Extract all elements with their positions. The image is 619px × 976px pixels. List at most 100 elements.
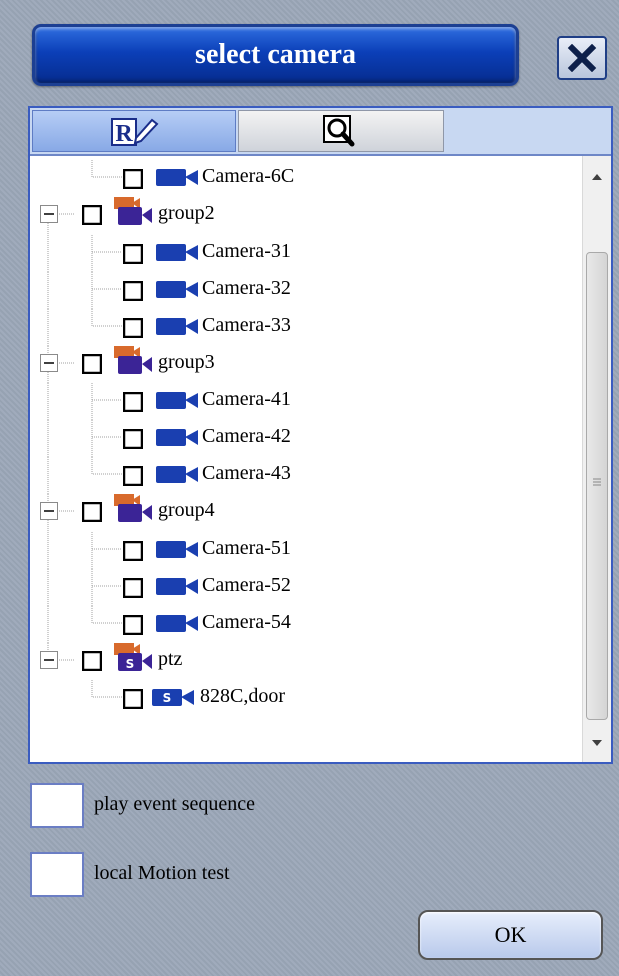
tree-row-label: Camera-54	[202, 611, 291, 633]
tab-record[interactable]: R	[32, 110, 236, 152]
play-event-sequence-checkbox[interactable]	[30, 783, 84, 828]
checkbox[interactable]	[123, 429, 143, 449]
grip-icon	[593, 478, 601, 486]
tree-row-label: Camera-51	[202, 537, 291, 559]
ptz-group-icon: S	[114, 643, 152, 671]
camera-panel: R Camera-6C group2 Camera-31 Camera-32 C…	[28, 106, 613, 764]
close-button[interactable]	[557, 36, 607, 80]
tree-row-camera-54[interactable]: Camera-54	[30, 606, 582, 644]
tree-row-label: group4	[158, 499, 215, 521]
tree-lines	[47, 213, 74, 235]
tree-row-label: group2	[158, 202, 215, 224]
tree-row-camera-51[interactable]: Camera-51	[30, 532, 582, 570]
tree-lines	[47, 494, 74, 532]
checkbox[interactable]	[82, 205, 102, 225]
tree-row-label: Camera-6C	[202, 165, 295, 187]
group-icon	[114, 494, 152, 522]
camera-icon	[156, 392, 198, 409]
local-motion-test-checkbox[interactable]	[30, 852, 84, 897]
tree-row-label: group3	[158, 351, 215, 373]
svg-text:S: S	[163, 691, 172, 705]
ok-button[interactable]: OK	[418, 910, 603, 960]
checkbox[interactable]	[123, 392, 143, 412]
tree-row-camera-33[interactable]: Camera-33	[30, 309, 582, 347]
checkbox[interactable]	[123, 281, 143, 301]
checkbox[interactable]	[123, 169, 143, 189]
checkbox[interactable]	[82, 502, 102, 522]
tree-row-camera-31[interactable]: Camera-31	[30, 235, 582, 273]
scroll-thumb[interactable]	[586, 252, 608, 720]
tree-row-group2[interactable]: group2	[30, 197, 582, 235]
camera-icon	[156, 281, 198, 298]
checkbox[interactable]	[123, 689, 143, 709]
svg-text:S: S	[126, 657, 135, 671]
tree-row-camera-41[interactable]: Camera-41	[30, 383, 582, 421]
group-icon	[114, 346, 152, 374]
record-edit-icon: R	[111, 118, 159, 147]
tree-lines	[91, 680, 122, 698]
tree-row-label: Camera-52	[202, 574, 291, 596]
tree-row-group3[interactable]: group3	[30, 346, 582, 384]
tree-lines	[47, 346, 74, 384]
tree-lines	[47, 569, 122, 607]
tree-row-camera-52[interactable]: Camera-52	[30, 569, 582, 607]
tree-row-camera-32[interactable]: Camera-32	[30, 272, 582, 310]
tree-lines	[47, 383, 122, 421]
collapse-icon[interactable]	[40, 205, 58, 223]
tree-row-label: 828C,door	[200, 685, 285, 707]
ptz-camera-icon: S	[152, 689, 194, 706]
camera-icon	[156, 466, 198, 483]
checkbox[interactable]	[123, 541, 143, 561]
camera-icon	[156, 429, 198, 446]
tree-lines	[47, 420, 122, 458]
camera-tree: Camera-6C group2 Camera-31 Camera-32 Cam…	[30, 156, 582, 762]
tree-row-group4[interactable]: group4	[30, 494, 582, 532]
tree-lines	[47, 235, 122, 273]
tree-row-label: Camera-32	[202, 277, 291, 299]
tree-row-label: Camera-42	[202, 425, 291, 447]
tree-row-label: Camera-43	[202, 462, 291, 484]
camera-icon	[156, 244, 198, 261]
tree-lines	[47, 272, 122, 310]
svg-text:R: R	[115, 121, 133, 147]
checkbox[interactable]	[82, 354, 102, 374]
checkbox[interactable]	[82, 651, 102, 671]
camera-icon	[156, 541, 198, 558]
tree-row-label: ptz	[158, 648, 183, 670]
tree-row-label: Camera-33	[202, 314, 291, 336]
tree-lines	[47, 606, 122, 644]
tree-lines	[47, 309, 122, 347]
camera-icon	[156, 169, 198, 186]
play-event-sequence-label: play event sequence	[94, 793, 256, 815]
tree-row-label: Camera-41	[202, 388, 291, 410]
tab-search[interactable]	[238, 110, 444, 152]
tree-row-828c-door[interactable]: S 828C,door	[30, 680, 582, 714]
scroll-down-arrow-icon[interactable]	[583, 734, 611, 752]
scroll-up-arrow-icon[interactable]	[583, 168, 611, 186]
checkbox[interactable]	[123, 244, 143, 264]
collapse-icon[interactable]	[40, 354, 58, 372]
tree-lines	[47, 532, 122, 570]
tree-row-camera-43[interactable]: Camera-43	[30, 457, 582, 495]
checkbox[interactable]	[123, 466, 143, 486]
tab-strip: R	[30, 108, 611, 156]
camera-icon	[156, 318, 198, 335]
tree-row-ptz[interactable]: S ptz	[30, 643, 582, 677]
tree-scrollbar[interactable]	[582, 156, 611, 762]
tree-row-camera-6c[interactable]: Camera-6C	[30, 160, 582, 194]
collapse-icon[interactable]	[40, 502, 58, 520]
close-x-icon	[567, 44, 597, 72]
tree-lines	[91, 160, 122, 178]
checkbox[interactable]	[123, 318, 143, 338]
checkbox[interactable]	[123, 578, 143, 598]
tree-row-label: Camera-31	[202, 240, 291, 262]
camera-icon	[156, 578, 198, 595]
tree-lines	[47, 643, 74, 661]
tree-row-camera-42[interactable]: Camera-42	[30, 420, 582, 458]
tree-lines	[47, 457, 122, 495]
local-motion-test-label: local Motion test	[94, 862, 230, 884]
collapse-icon[interactable]	[40, 651, 58, 669]
group-icon	[114, 197, 152, 225]
dialog-title: select camera	[32, 24, 519, 86]
checkbox[interactable]	[123, 615, 143, 635]
